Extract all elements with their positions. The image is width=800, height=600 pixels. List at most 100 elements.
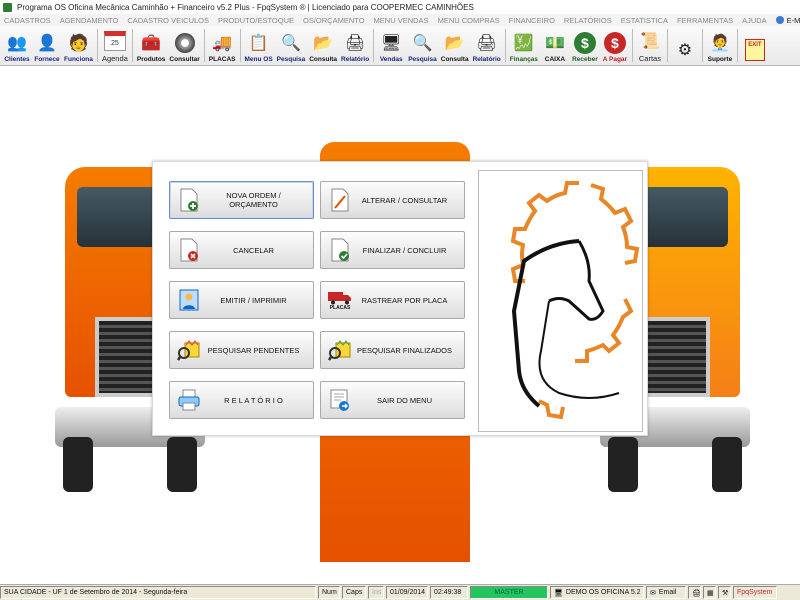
menu-relatorios[interactable]: RELATÓRIOS bbox=[564, 16, 612, 25]
status-print-button[interactable]: 🖨 bbox=[688, 586, 701, 599]
toolbar-fornece-label: Fornece bbox=[34, 56, 60, 63]
menu-vendas[interactable]: MENU VENDAS bbox=[374, 16, 429, 25]
toolbar-apagar-button[interactable]: $ A Pagar bbox=[600, 26, 630, 65]
search-folder-icon bbox=[327, 337, 353, 363]
relatorio-button[interactable]: R E L A T Ó R I O bbox=[169, 381, 314, 419]
toolbar-funciona-button[interactable]: 🧑 Funciona bbox=[62, 26, 95, 65]
pesquisar-pendentes-button[interactable]: PESQUISAR PENDENTES bbox=[169, 331, 314, 369]
cancelar-button[interactable]: CANCELAR bbox=[169, 231, 314, 269]
toolbar-caixa-button[interactable]: 💵 CAIXA bbox=[540, 26, 570, 65]
menu-cadastro-veiculos[interactable]: CADASTRO VEICULOS bbox=[127, 16, 209, 25]
toolbar-pesquisa-os-button[interactable]: 🔍 Pesquisa bbox=[275, 26, 308, 65]
toolbar-pesquisa-vendas-button[interactable]: 🔍 Pesquisa bbox=[406, 26, 439, 65]
toolbar-consultar-button[interactable]: Consultar bbox=[167, 26, 201, 65]
menu-compras[interactable]: MENU COMPRAS bbox=[438, 16, 500, 25]
toolbar-agenda-button[interactable]: 25 Agenda bbox=[100, 26, 130, 65]
toolbar-clientes-label: Clientes bbox=[4, 56, 30, 63]
toolbar-financas-button[interactable]: 💹 Finanças bbox=[508, 26, 540, 65]
toolbar-produtos-button[interactable]: 🧰 Produtos bbox=[135, 26, 168, 65]
toolbar-consulta-os-label: Consulta bbox=[309, 56, 338, 63]
toolbar-cartas-button[interactable]: 📜 Cartas bbox=[635, 26, 665, 65]
toolbar-relatorio-os-label: Relatório bbox=[341, 56, 370, 63]
toolbar-placas-button[interactable]: 🚚 PLACAS bbox=[207, 26, 238, 65]
status-bar: SUA CIDADE - UF 1 de Setembro de 2014 - … bbox=[0, 584, 800, 600]
toolbar-funciona-label: Funciona bbox=[64, 56, 93, 63]
os-menu-dialog: NOVA ORDEM / ORÇAMENTO ALTERAR / CONSULT… bbox=[152, 161, 648, 436]
toolbar-menu-os-button[interactable]: 📋 Menu OS bbox=[243, 26, 275, 65]
globe-icon bbox=[775, 16, 784, 24]
toolbar-suporte-button[interactable]: 🧑‍💼 Suporte bbox=[705, 26, 735, 65]
toolbar-consulta-vendas-button[interactable]: 📂 Consulta bbox=[439, 26, 471, 65]
menu-financeiro[interactable]: FINANCEIRO bbox=[509, 16, 555, 25]
pencil-document-icon bbox=[327, 187, 353, 213]
menu-os-orcamento[interactable]: OS/ORÇAMENTO bbox=[303, 16, 365, 25]
menu-email-label: E-MAIL bbox=[786, 15, 800, 25]
printer-icon: 🖨 bbox=[692, 589, 701, 597]
toolbar-tools-button[interactable]: ⚙ bbox=[670, 26, 700, 65]
nova-ordem-button[interactable]: NOVA ORDEM / ORÇAMENTO bbox=[169, 181, 314, 219]
supplier-icon: 👤 bbox=[37, 35, 57, 52]
menu-agendamento[interactable]: AGENDAMENTO bbox=[60, 16, 119, 25]
status-email-label: Email bbox=[658, 589, 677, 596]
toolbar-pesquisa-vendas-label: Pesquisa bbox=[408, 56, 437, 63]
menu-ajuda[interactable]: AJUDA bbox=[742, 16, 767, 25]
finalizar-concluir-button[interactable]: FINALIZAR / CONCLUIR bbox=[320, 231, 465, 269]
sair-menu-button[interactable]: SAIR DO MENU bbox=[320, 381, 465, 419]
toolbar-apagar-label: A Pagar bbox=[602, 56, 628, 63]
exit-tag: EXIT bbox=[744, 39, 765, 61]
menu-ferramentas[interactable]: FERRAMENTAS bbox=[677, 16, 733, 25]
toolbar-relatorio-vendas-button[interactable]: 🖨 Relatório bbox=[471, 26, 503, 65]
toolbar-placas-label: PLACAS bbox=[208, 56, 236, 63]
menu-estatistica[interactable]: ESTATISTICA bbox=[621, 16, 668, 25]
toolbar-agenda-label: Agenda bbox=[101, 54, 128, 63]
toolbar-consultar-label: Consultar bbox=[169, 56, 200, 63]
toolbar-relatorio-os-button[interactable]: 🖨 Relatório bbox=[339, 26, 371, 65]
status-date: 01/09/2014 bbox=[386, 586, 428, 599]
menu-bar: CADASTROS AGENDAMENTO CADASTRO VEICULOS … bbox=[0, 14, 800, 26]
pesquisar-finalizados-button[interactable]: PESQUISAR FINALIZADOS bbox=[320, 331, 465, 369]
toolbar-fornece-button[interactable]: 👤 Fornece bbox=[32, 26, 62, 65]
emitir-imprimir-button[interactable]: EMITIR / IMPRIMIR bbox=[169, 281, 314, 319]
status-email-button[interactable]: ✉ Email bbox=[646, 586, 686, 599]
status-calculator-button[interactable]: ▦ bbox=[703, 586, 716, 599]
toolbar-pesquisa-os-label: Pesquisa bbox=[276, 56, 306, 63]
toolbar-receber-button[interactable]: $ Receber bbox=[570, 26, 600, 65]
status-demo: 🖥 DEMO OS OFICINA 5.2 bbox=[550, 586, 644, 599]
dollar-green-icon: $ bbox=[573, 31, 597, 55]
toolbar-separator bbox=[239, 29, 241, 62]
toolbar-separator bbox=[701, 29, 703, 62]
status-master-badge: MASTER bbox=[470, 586, 548, 599]
alterar-consultar-label: ALTERAR / CONSULTAR bbox=[361, 195, 448, 205]
gear-icon: ⚙ bbox=[677, 42, 693, 59]
printer-icon: 🖨 bbox=[476, 35, 497, 52]
alterar-consultar-button[interactable]: ALTERAR / CONSULTAR bbox=[320, 181, 465, 219]
printer-icon: 🖨 bbox=[344, 35, 366, 52]
calendar-day: 25 bbox=[103, 31, 126, 51]
toolbar-clientes-button[interactable]: 👥 Clientes bbox=[2, 26, 32, 65]
toolbar-cartas-label: Cartas bbox=[638, 54, 661, 63]
toolbar-vendas-button[interactable]: 🖥 Vendas bbox=[376, 26, 406, 65]
menu-produto-estoque[interactable]: PRODUTO/ESTOQUE bbox=[218, 16, 294, 25]
computer-icon: 🖥 bbox=[554, 589, 563, 597]
toolbar-exit-button[interactable]: EXIT bbox=[740, 26, 770, 65]
magnifier-document-icon: 🔍 bbox=[412, 35, 433, 52]
toolbar-separator bbox=[631, 29, 633, 62]
toolbar-financas-label: Finanças bbox=[509, 56, 538, 63]
toolbar-consulta-os-button[interactable]: 📂 Consulta bbox=[307, 26, 339, 65]
status-insert: Ins bbox=[368, 586, 384, 599]
status-tools-button[interactable]: ⚒ bbox=[718, 586, 731, 599]
relatorio-label: R E L A T Ó R I O bbox=[224, 395, 283, 405]
status-demo-label: DEMO OS OFICINA 5.2 bbox=[565, 589, 641, 596]
pesquisar-pendentes-label: PESQUISAR PENDENTES bbox=[207, 345, 300, 355]
rastrear-placa-button[interactable]: PLACAS RASTREAR POR PLACA bbox=[320, 281, 465, 319]
tools-icon: ⚒ bbox=[722, 589, 729, 597]
toolbar-separator bbox=[131, 29, 133, 62]
toolbar-menu-os-label: Menu OS bbox=[244, 56, 273, 63]
status-time: 02:49:38 bbox=[430, 586, 468, 599]
menu-cadastros[interactable]: CADASTROS bbox=[4, 16, 51, 25]
dollar-red-icon: $ bbox=[603, 31, 627, 55]
status-num-lock: Num bbox=[318, 586, 340, 599]
people-icon: 👥 bbox=[7, 35, 27, 52]
toolbar-separator bbox=[504, 29, 506, 62]
menu-email[interactable]: E-MAIL bbox=[775, 15, 800, 25]
